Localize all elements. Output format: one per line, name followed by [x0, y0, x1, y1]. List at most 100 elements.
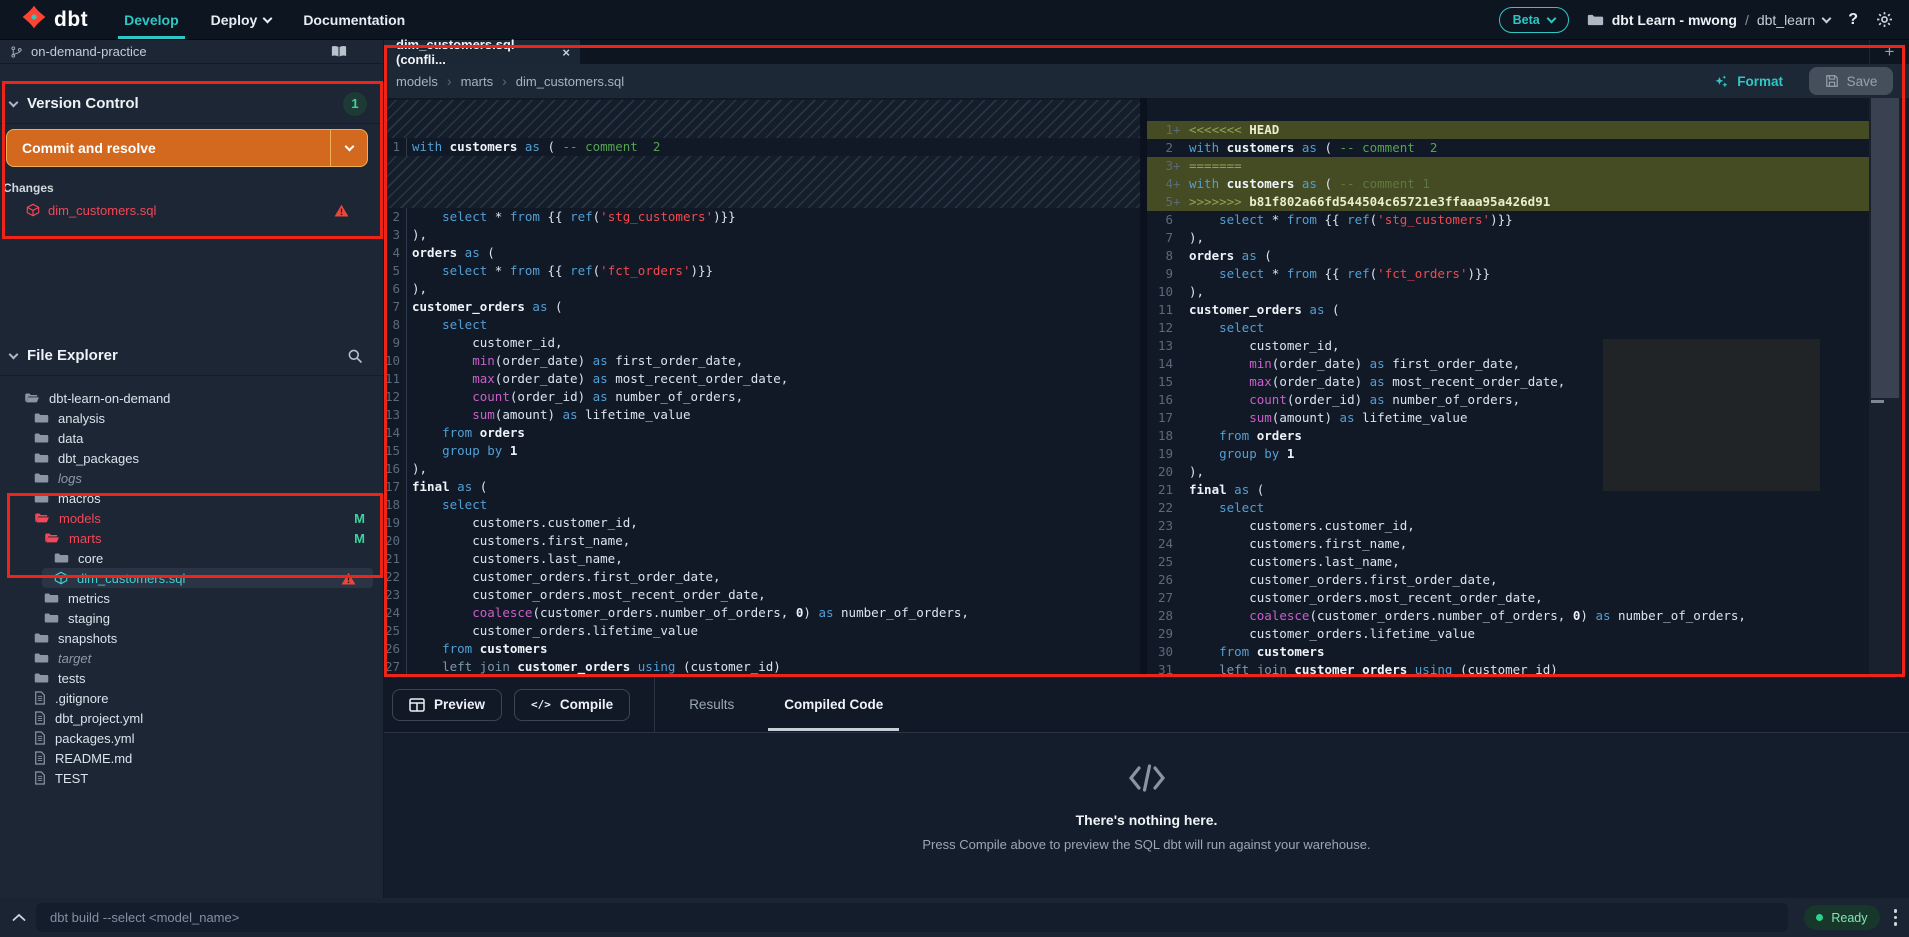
format-button[interactable]: Format	[1714, 74, 1783, 89]
tree-item-core[interactable]: core	[0, 548, 383, 568]
code-line-4[interactable]: 4 orders as (	[384, 244, 1140, 262]
commit-options-caret[interactable]	[330, 130, 367, 166]
tree-item-data[interactable]: data	[0, 428, 383, 448]
tree-item-tests[interactable]: tests	[0, 668, 383, 688]
code-line-19[interactable]: 19 customers.customer_id,	[384, 514, 1140, 532]
code-line-28[interactable]: 28)	[384, 676, 1140, 677]
code-line-22[interactable]: 22 customer_orders.first_order_date,	[384, 568, 1140, 586]
close-icon[interactable]: ×	[562, 45, 570, 60]
code-line-27[interactable]: 27 left join customer_orders using (cust…	[384, 658, 1140, 676]
changed-file-row[interactable]: dim_customers.sql	[0, 198, 383, 222]
code-line-18[interactable]: 18 select	[384, 496, 1140, 514]
code-line-21[interactable]: 21 customers.last_name,	[384, 550, 1140, 568]
code-line-23[interactable]: 23 customer_orders.most_recent_order_dat…	[384, 586, 1140, 604]
code-line-8[interactable]: 8 orders as (	[1147, 247, 1869, 265]
beta-badge[interactable]: Beta	[1498, 6, 1569, 33]
code-line-27[interactable]: 27 customer_orders.most_recent_order_dat…	[1147, 589, 1869, 607]
tab-results[interactable]: Results	[673, 677, 750, 733]
code-line-20[interactable]: 20 customers.first_name,	[384, 532, 1140, 550]
dbt-logo[interactable]: dbt	[20, 4, 88, 35]
code-line-24[interactable]: 24 customers.first_name,	[1147, 535, 1869, 553]
nav-develop[interactable]: Develop	[118, 0, 186, 39]
status-badge[interactable]: Ready	[1804, 905, 1880, 930]
save-button[interactable]: Save	[1809, 67, 1893, 95]
code-line-22[interactable]: 22 select	[1147, 499, 1869, 517]
breadcrumb-item[interactable]: dim_customers.sql	[516, 74, 624, 89]
nav-deploy[interactable]: Deploy	[211, 0, 273, 39]
code-line-2[interactable]: 2 select * from {{ ref('stg_customers')}…	[384, 208, 1140, 226]
tree-item-metrics[interactable]: metrics	[0, 588, 383, 608]
docs-book-icon[interactable]	[331, 45, 347, 58]
project-selector[interactable]: dbt Learn - mwong / dbt_learn	[1587, 12, 1832, 28]
scrollbar-thumb[interactable]	[1871, 98, 1899, 398]
code-line-24[interactable]: 24 coalesce(customer_orders.number_of_or…	[384, 604, 1140, 622]
search-icon[interactable]	[347, 348, 363, 364]
version-control-header[interactable]: Version Control 1	[0, 84, 383, 124]
editor-tab[interactable]: dim_customers.sql (confli... ×	[384, 37, 580, 67]
code-line-12[interactable]: 12 count(order_id) as number_of_orders,	[384, 388, 1140, 406]
nav-documentation[interactable]: Documentation	[303, 0, 405, 39]
tree-item-packages-yml[interactable]: packages.yml	[0, 728, 383, 748]
code-line-15[interactable]: 15 group by 1	[384, 442, 1140, 460]
tree-item-dbt-learn-on-demand[interactable]: dbt-learn-on-demand	[0, 388, 383, 408]
tree-item-staging[interactable]: staging	[0, 608, 383, 628]
code-line-6[interactable]: 6 select * from {{ ref('stg_customers')}…	[1147, 211, 1869, 229]
code-line-23[interactable]: 23 customers.customer_id,	[1147, 517, 1869, 535]
tree-item-dim-customers-sql[interactable]: dim_customers.sql	[42, 568, 373, 588]
git-branch-row[interactable]: on-demand-practice	[0, 40, 383, 64]
commit-button-label[interactable]: Commit and resolve	[7, 130, 330, 166]
code-line-5[interactable]: 5 + >>>>>>> b81f802a66fd544504c65721e3ffaa…	[1147, 193, 1869, 211]
diff-left-pane[interactable]: 1 with customers as ( -- comment 2 2 selec…	[384, 98, 1140, 677]
code-line-12[interactable]: 12 select	[1147, 319, 1869, 337]
tree-item-logs[interactable]: logs	[0, 468, 383, 488]
code-line-17[interactable]: 17 final as (	[384, 478, 1140, 496]
breadcrumb-item[interactable]: models	[396, 74, 438, 89]
kebab-menu-icon[interactable]	[1893, 909, 1897, 926]
code-line-16[interactable]: 16),	[384, 460, 1140, 478]
chevron-up-icon[interactable]	[12, 913, 26, 922]
code-line-30[interactable]: 30 from customers	[1147, 643, 1869, 661]
tree-item-marts[interactable]: marts M	[0, 528, 383, 548]
code-line-5[interactable]: 5 select * from {{ ref('fct_orders')}}	[384, 262, 1140, 280]
code-line-25[interactable]: 25 customers.last_name,	[1147, 553, 1869, 571]
pane-divider[interactable]	[1140, 98, 1147, 677]
help-icon[interactable]: ?	[1848, 11, 1858, 29]
tree-item-readme-md[interactable]: README.md	[0, 748, 383, 768]
tree-item-dbt-project-yml[interactable]: dbt_project.yml	[0, 708, 383, 728]
code-line-13[interactable]: 13 sum(amount) as lifetime_value	[384, 406, 1140, 424]
code-line-7[interactable]: 7),	[1147, 229, 1869, 247]
code-line-1[interactable]: 1 with customers as ( -- comment 2	[384, 138, 1140, 156]
code-line-31[interactable]: 31 left join customer_orders using (cust…	[1147, 661, 1869, 677]
code-line-8[interactable]: 8 select	[384, 316, 1140, 334]
tab-compiled-code[interactable]: Compiled Code	[768, 677, 900, 733]
tree-item-macros[interactable]: macros	[0, 488, 383, 508]
tree-item-test[interactable]: TEST	[0, 768, 383, 788]
code-line-2[interactable]: 2 with customers as ( -- comment 2	[1147, 139, 1869, 157]
tree-item-target[interactable]: target	[0, 648, 383, 668]
code-line-9[interactable]: 9 select * from {{ ref('fct_orders')}}	[1147, 265, 1869, 283]
code-line-6[interactable]: 6),	[384, 280, 1140, 298]
code-line-11[interactable]: 11 customer_orders as (	[1147, 301, 1869, 319]
tree-item-snapshots[interactable]: snapshots	[0, 628, 383, 648]
tree-item-analysis[interactable]: analysis	[0, 408, 383, 428]
new-tab-button[interactable]: +	[1869, 40, 1909, 64]
compile-button[interactable]: </> Compile	[514, 688, 631, 721]
code-line-4[interactable]: 4 + with customers as ( -- comment 1	[1147, 175, 1869, 193]
command-input[interactable]	[36, 903, 1789, 932]
code-line-3[interactable]: 3),	[384, 226, 1140, 244]
code-line-3[interactable]: 3 + =======	[1147, 157, 1869, 175]
settings-gear-icon[interactable]	[1876, 11, 1893, 28]
code-line-9[interactable]: 9 customer_id,	[384, 334, 1140, 352]
code-line-10[interactable]: 10 min(order_date) as first_order_date,	[384, 352, 1140, 370]
tree-item--gitignore[interactable]: .gitignore	[0, 688, 383, 708]
scrollbar-track[interactable]	[1869, 98, 1901, 677]
code-line-25[interactable]: 25 customer_orders.lifetime_value	[384, 622, 1140, 640]
breadcrumb-item[interactable]: marts	[461, 74, 494, 89]
tree-item-dbt-packages[interactable]: dbt_packages	[0, 448, 383, 468]
code-line-7[interactable]: 7 customer_orders as (	[384, 298, 1140, 316]
code-line-1[interactable]: 1 + <<<<<<< HEAD	[1147, 121, 1869, 139]
code-line-10[interactable]: 10),	[1147, 283, 1869, 301]
code-line-14[interactable]: 14 from orders	[384, 424, 1140, 442]
code-line-26[interactable]: 26 from customers	[384, 640, 1140, 658]
code-line-11[interactable]: 11 max(order_date) as most_recent_order_…	[384, 370, 1140, 388]
